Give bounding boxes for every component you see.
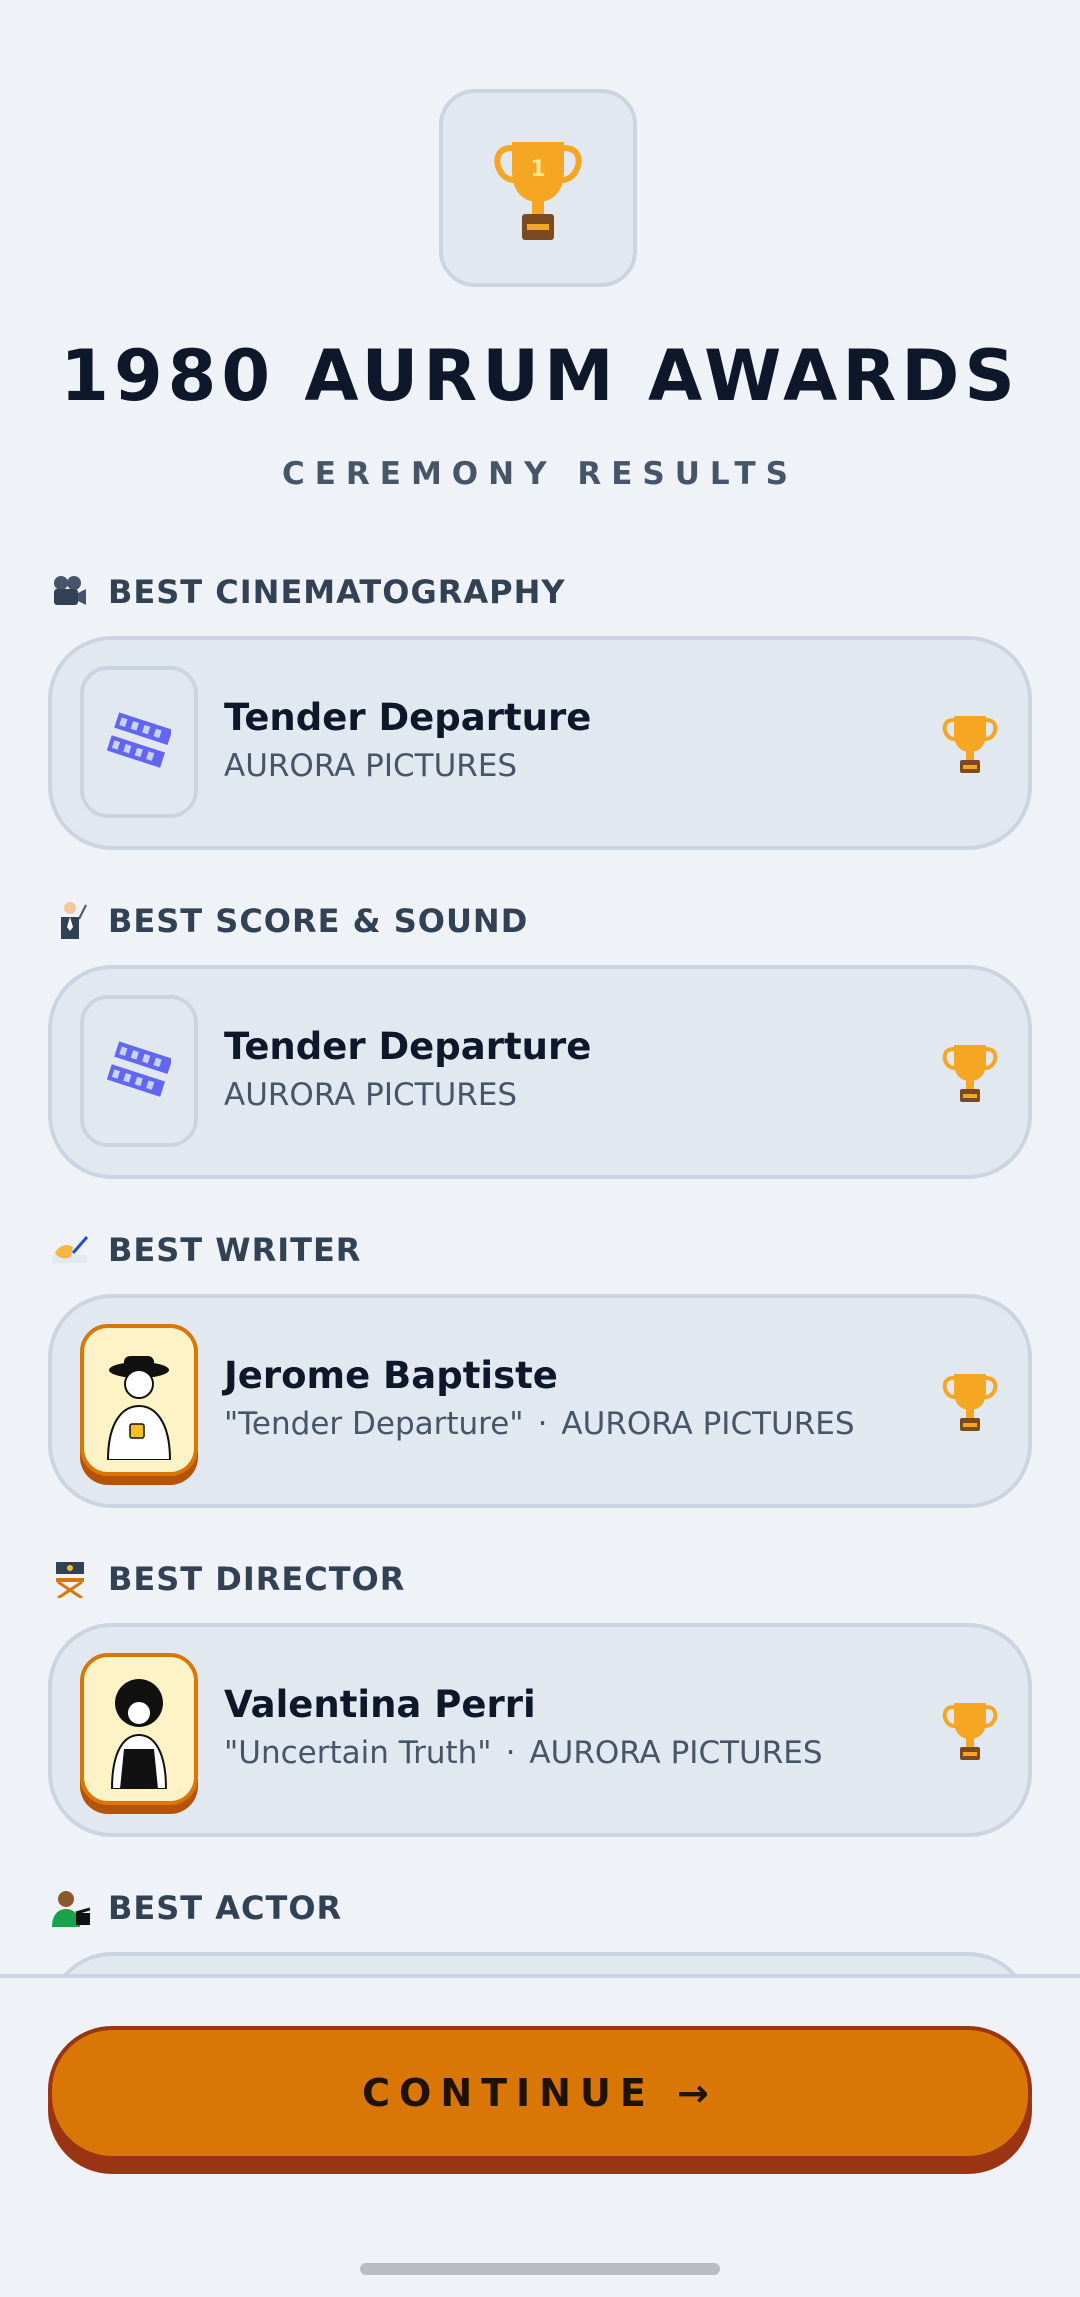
film-thumbnail [80, 666, 198, 818]
winner-film: "Tender Departure" [224, 1406, 524, 1442]
svg-text:1: 1 [530, 157, 545, 182]
actor-icon [50, 1888, 90, 1928]
category-heading-director: BEST DIRECTOR [50, 1559, 405, 1599]
avatar [80, 1653, 198, 1805]
winner-studio: AURORA PICTURES [529, 1735, 823, 1771]
trophy-icon: 1 [494, 142, 582, 240]
winner-card-cinematography[interactable]: Tender Departure AURORA PICTURES [48, 636, 1032, 850]
trophy-icon [942, 1703, 998, 1760]
category-heading-score-sound: BEST SCORE & SOUND [50, 901, 528, 941]
film-strip-icon [107, 1041, 171, 1097]
winner-film: "Uncertain Truth" [224, 1735, 492, 1771]
winner-name: Jerome Baptiste [224, 1354, 558, 1397]
conductor-icon [50, 901, 90, 941]
category-heading-cinematography: BEST CINEMATOGRAPHY [50, 572, 566, 612]
winner-name: Valentina Perri [224, 1683, 536, 1726]
winner-studio: AURORA PICTURES [224, 1077, 518, 1113]
winner-card-writer[interactable]: Jerome Baptiste "Tender Departure" · AUROR… [48, 1294, 1032, 1508]
footer-divider [0, 1974, 1080, 1978]
winner-name: Tender Departure [224, 696, 592, 739]
results-list[interactable]: 1 1980 AURUM AWARDS CEREMONY RESULTS BES… [0, 0, 1080, 1974]
header-trophy-tile: 1 [439, 89, 637, 287]
winner-credits: "Uncertain Truth" · AURORA PICTURES [224, 1735, 823, 1771]
writing-hand-icon [50, 1230, 90, 1270]
movie-camera-icon [50, 572, 90, 612]
winner-card-director[interactable]: Valentina Perri "Uncertain Truth" · AURORA… [48, 1623, 1032, 1837]
winner-card-actor[interactable] [48, 1952, 1032, 1974]
separator-dot: · [505, 1735, 516, 1771]
winner-studio: AURORA PICTURES [224, 748, 518, 784]
category-heading-actor: BEST ACTOR [50, 1888, 342, 1928]
winner-studio: AURORA PICTURES [561, 1406, 855, 1442]
winner-name: Tender Departure [224, 1025, 592, 1068]
trophy-icon [942, 1045, 998, 1102]
continue-button[interactable]: CONTINUE → [48, 2026, 1032, 2160]
home-indicator[interactable] [360, 2263, 720, 2275]
winner-card-score-sound[interactable]: Tender Departure AURORA PICTURES [48, 965, 1032, 1179]
page-title: 1980 AURUM AWARDS [60, 335, 1020, 417]
category-heading-writer: BEST WRITER [50, 1230, 361, 1270]
avatar [80, 1324, 198, 1476]
film-thumbnail [80, 995, 198, 1147]
director-chair-icon [50, 1559, 90, 1599]
page-subtitle: CEREMONY RESULTS [281, 456, 798, 492]
winner-credits: "Tender Departure" · AURORA PICTURES [224, 1406, 855, 1442]
film-strip-icon [107, 712, 171, 768]
trophy-icon [942, 1374, 998, 1431]
separator-dot: · [537, 1406, 548, 1442]
trophy-icon [942, 716, 998, 773]
